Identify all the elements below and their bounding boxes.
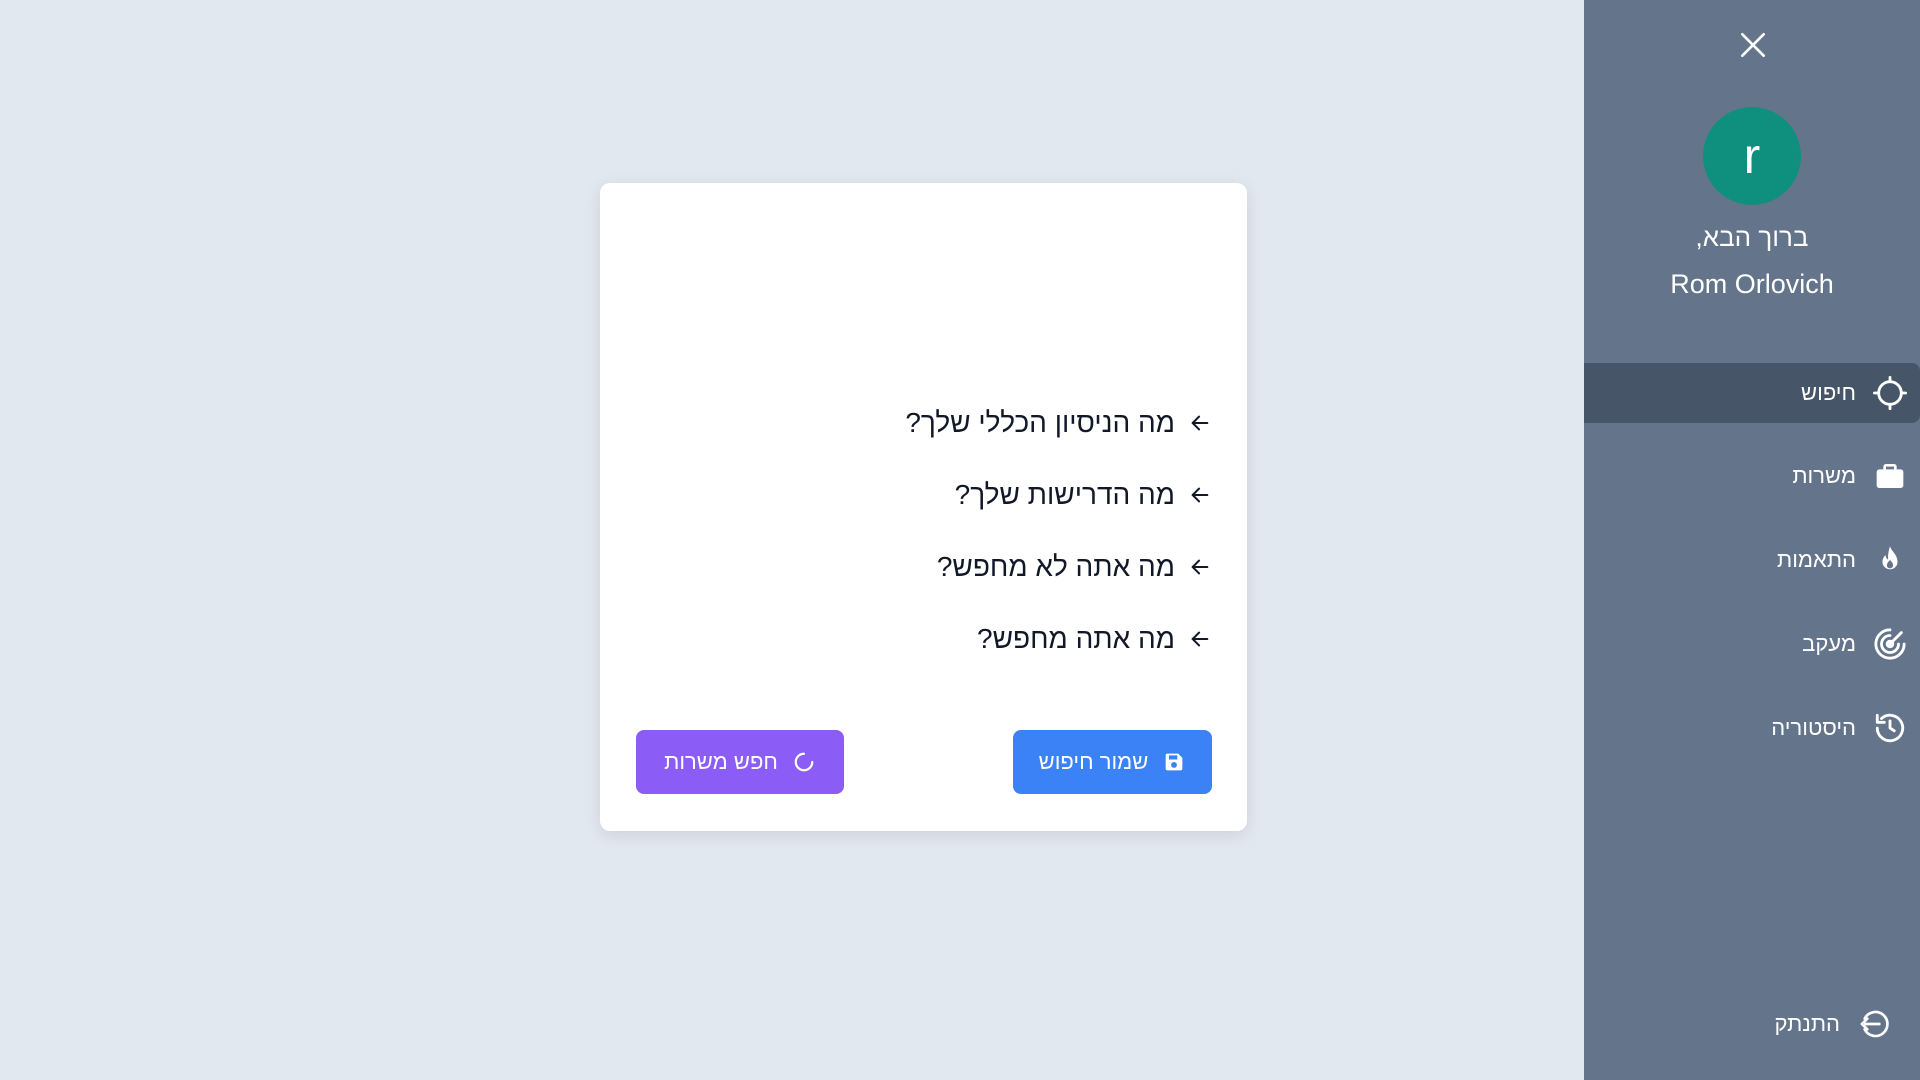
logout-button[interactable]: התנתק bbox=[1584, 1000, 1920, 1048]
search-card: מה הניסיון הכללי שלך? מה הדרישות שלך? מה… bbox=[600, 183, 1247, 831]
sidebar: r ברוך הבא, Rom Orlovich חיפוש משרות התא… bbox=[1584, 0, 1920, 1080]
logout-icon bbox=[1856, 1006, 1892, 1042]
history-icon bbox=[1872, 710, 1908, 746]
sidebar-item-label: משרות bbox=[1792, 463, 1856, 488]
sidebar-item-search[interactable]: חיפוש bbox=[1584, 363, 1920, 423]
sidebar-item-matches[interactable]: התאמות bbox=[1584, 530, 1920, 590]
avatar: r bbox=[1703, 107, 1801, 205]
save-search-label: שמור חיפוש bbox=[1038, 749, 1149, 774]
arrow-left-icon bbox=[1187, 410, 1213, 436]
sidebar-item-tracking[interactable]: מעקב bbox=[1584, 614, 1920, 674]
welcome-text: ברוך הבא, bbox=[1695, 222, 1809, 252]
target-icon bbox=[1872, 626, 1908, 662]
question-requirements[interactable]: מה הדרישות שלך? bbox=[955, 475, 1213, 515]
crosshair-icon bbox=[1872, 375, 1908, 411]
sidebar-item-jobs[interactable]: משרות bbox=[1584, 446, 1920, 506]
sidebar-item-label: התאמות bbox=[1777, 547, 1856, 572]
sidebar-item-label: חיפוש bbox=[1801, 380, 1856, 405]
arrow-left-icon bbox=[1187, 626, 1213, 652]
username: Rom Orlovich bbox=[1670, 269, 1834, 299]
close-sidebar-button[interactable] bbox=[1732, 26, 1774, 68]
sidebar-item-label: היסטוריה bbox=[1771, 715, 1856, 740]
question-label: מה אתה מחפש? bbox=[977, 623, 1175, 654]
arrow-left-icon bbox=[1187, 482, 1213, 508]
close-icon bbox=[1737, 29, 1769, 66]
question-label: מה הניסיון הכללי שלך? bbox=[905, 407, 1175, 438]
question-looking-for[interactable]: מה אתה מחפש? bbox=[977, 619, 1213, 659]
save-search-button[interactable]: שמור חיפוש bbox=[1013, 730, 1212, 794]
flame-icon bbox=[1872, 542, 1908, 578]
spinner-icon bbox=[792, 750, 816, 774]
sidebar-item-label: מעקב bbox=[1802, 631, 1856, 656]
question-label: מה אתה לא מחפש? bbox=[936, 551, 1175, 582]
briefcase-icon bbox=[1872, 458, 1908, 494]
search-jobs-label: חפש משרות bbox=[664, 749, 778, 774]
question-not-looking-for[interactable]: מה אתה לא מחפש? bbox=[937, 547, 1213, 587]
logout-label: התנתק bbox=[1774, 1011, 1840, 1036]
search-jobs-button[interactable]: חפש משרות bbox=[636, 730, 844, 794]
sidebar-item-history[interactable]: היסטוריה bbox=[1584, 698, 1920, 758]
arrow-left-icon bbox=[1187, 554, 1213, 580]
question-label: מה הדרישות שלך? bbox=[954, 479, 1175, 510]
save-icon bbox=[1162, 750, 1186, 774]
question-general-experience[interactable]: מה הניסיון הכללי שלך? bbox=[905, 403, 1213, 443]
